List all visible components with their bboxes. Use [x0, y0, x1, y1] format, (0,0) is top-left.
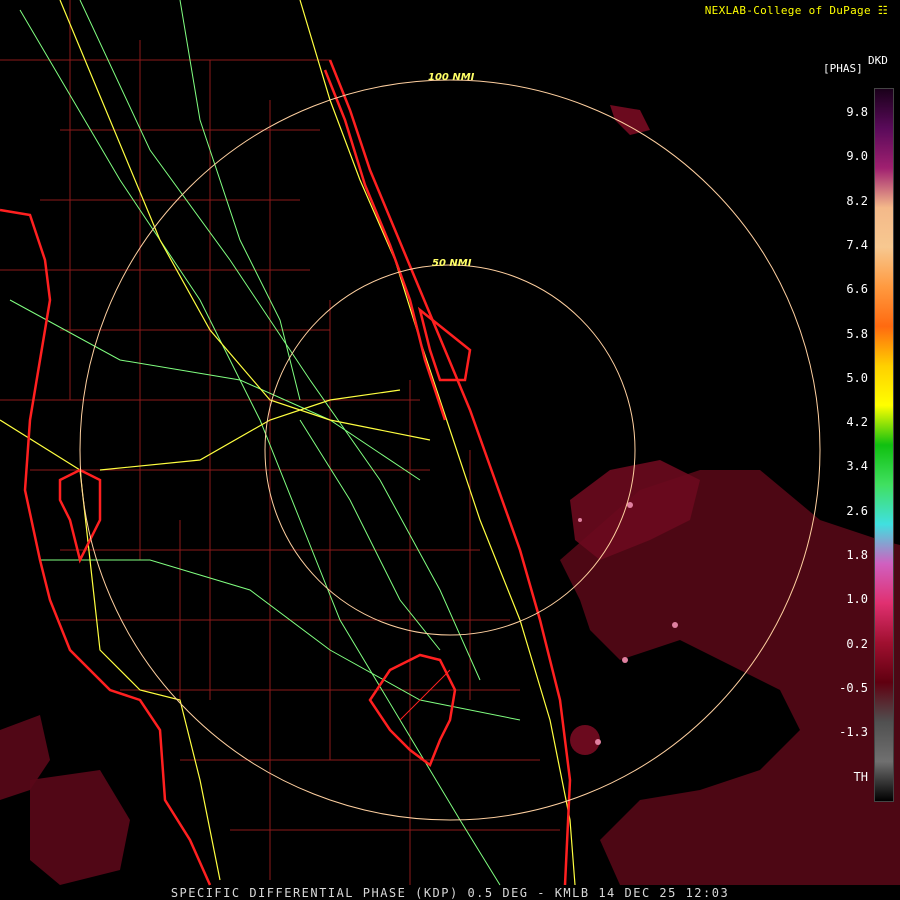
color-scale-tick: 2.6	[846, 503, 868, 518]
range-ring-100	[79, 79, 821, 821]
color-scale-tick: 7.4	[846, 237, 868, 252]
color-scale-tick: 1.8	[846, 548, 868, 562]
radar-echoes	[0, 105, 900, 885]
credit-label: NEXLAB-College of DuPage ☷	[705, 4, 888, 17]
color-scale-tick: 8.2	[846, 193, 868, 208]
radar-spoke	[399, 669, 451, 721]
echo-north	[610, 105, 650, 135]
color-scale-tick: 5.8	[846, 326, 868, 341]
color-scale-tick: 9.8	[846, 105, 868, 119]
color-scale-tick: 3.4	[846, 459, 868, 474]
color-scale-tick: 4.2	[846, 415, 868, 430]
ring-label-50: 50 NMI	[432, 258, 472, 269]
ring-label-100: 100 NMI	[428, 72, 475, 83]
color-scale-tick: 9.0	[846, 149, 868, 164]
product-footer: SPECIFIC DIFFERENTIAL PHASE (KDP) 0.5 DE…	[170, 886, 730, 900]
echo-spot	[570, 725, 600, 755]
color-scale-tick: 5.0	[846, 370, 868, 385]
highways	[0, 0, 576, 886]
product-abbrev: DKD	[868, 54, 888, 67]
color-scale-tick: 1.0	[846, 592, 868, 607]
county-lines	[0, 0, 560, 885]
range-rings	[79, 79, 821, 821]
k-logo-icon: ☷	[877, 4, 888, 17]
coastline	[0, 59, 572, 886]
color-scale-tick: -0.5	[839, 680, 868, 695]
radar-map	[0, 0, 900, 886]
color-scale-tick: 0.2	[846, 636, 868, 651]
color-scale-tick: 6.6	[846, 282, 868, 297]
radar-display: NEXLAB-College of DuPage ☷ [PHAS] DKD 10…	[0, 0, 900, 900]
credit-text: NEXLAB-College of DuPage	[704, 4, 871, 17]
echo-southwest-lower	[30, 770, 130, 885]
color-scale-bar	[874, 88, 894, 802]
color-scale-tick: -1.3	[839, 725, 868, 740]
unit-label: [PHAS]	[823, 62, 863, 75]
color-scale-tick: TH	[853, 769, 868, 784]
